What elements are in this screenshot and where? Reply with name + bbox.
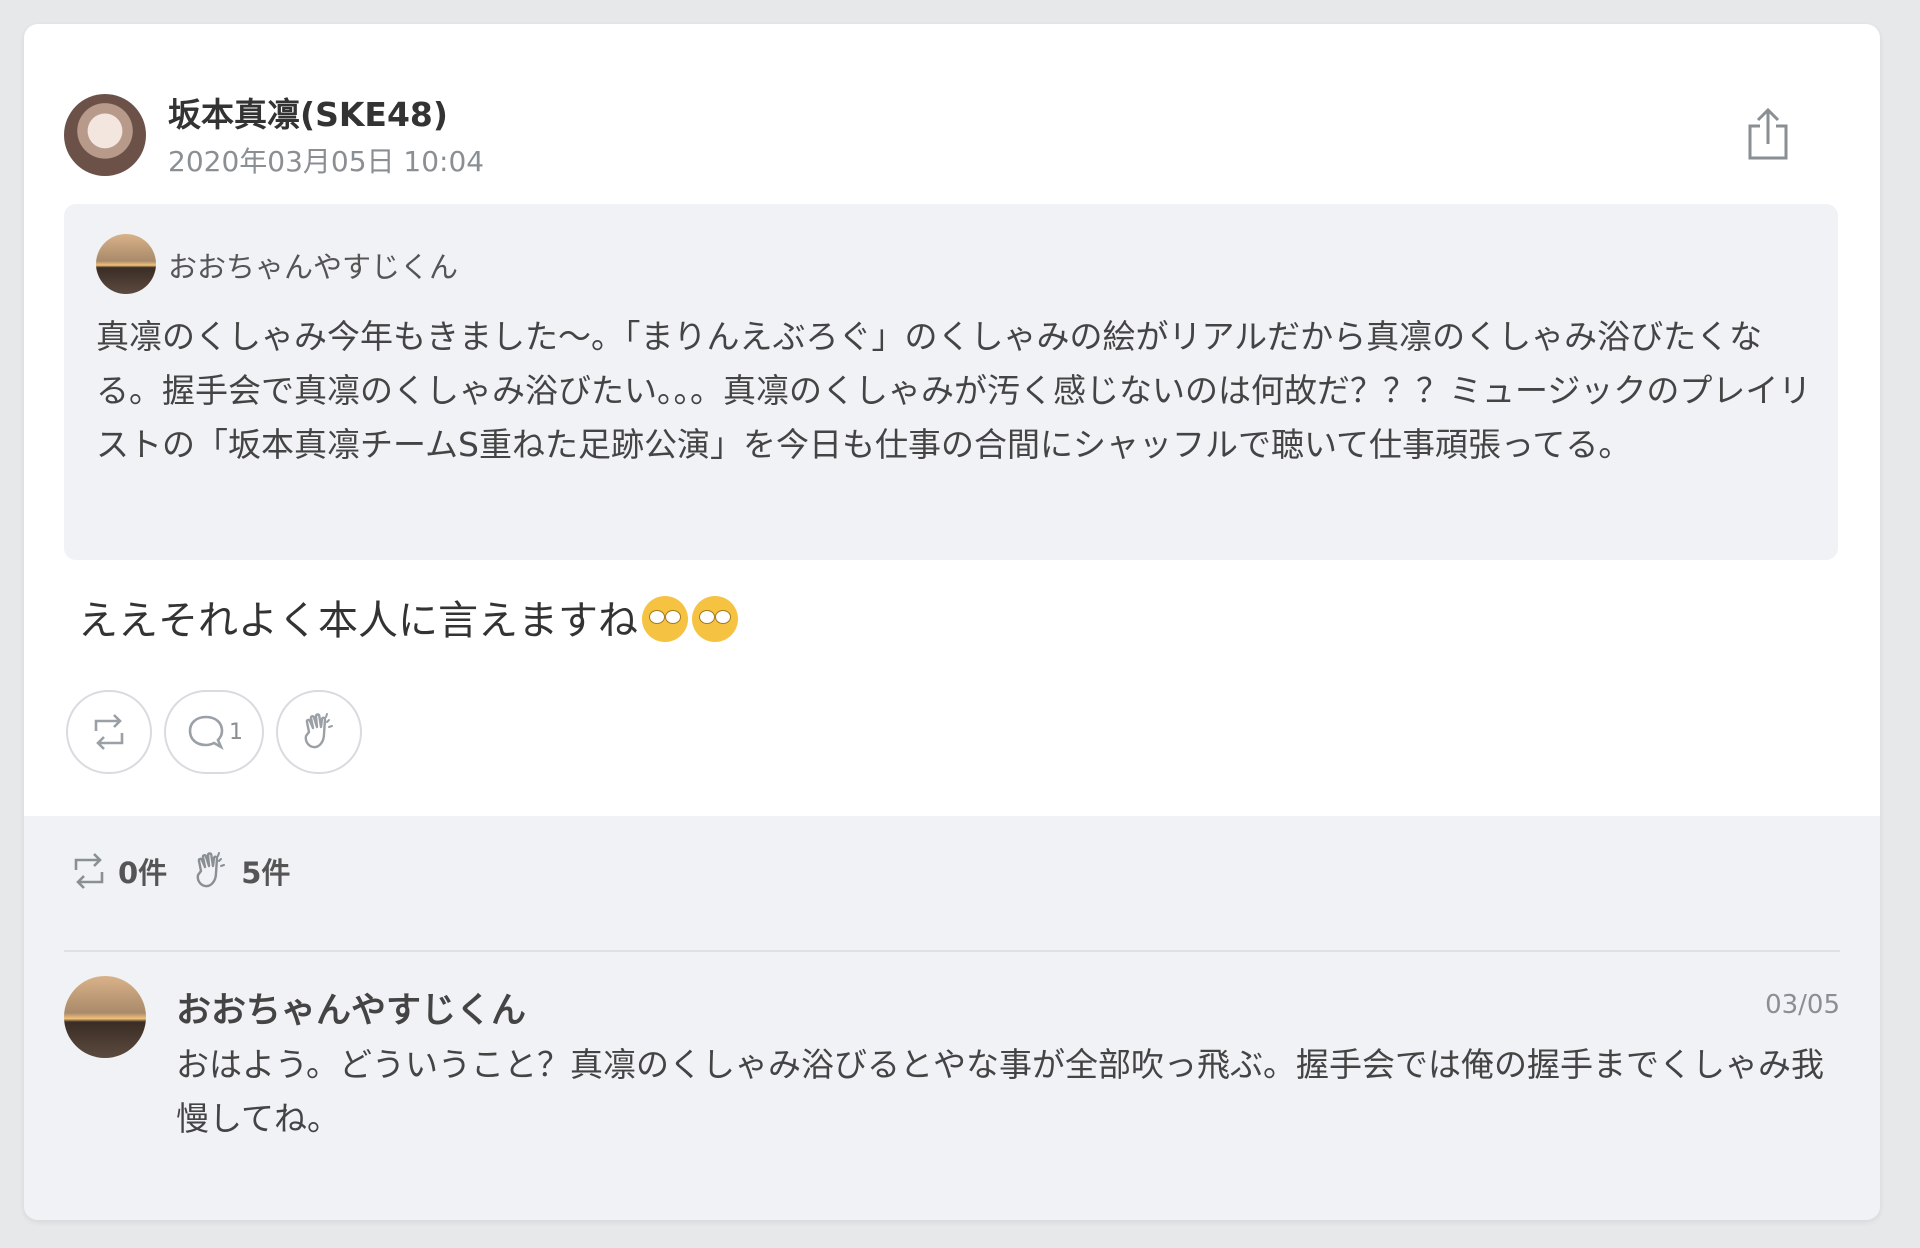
comment-icon: [188, 715, 224, 751]
comment-text: おはよう。どういうこと？真凛のくしゃみ浴びるとやな事が全部吹っ飛ぶ。握手会では俺…: [176, 1045, 1825, 1138]
comment-date: 03/05: [1765, 990, 1840, 1020]
rolling-eyes-emoji-icon: [692, 596, 738, 642]
quote-author-name[interactable]: おおちゃんやすじくん: [168, 244, 458, 286]
clap-icon: [304, 713, 333, 749]
retweet-stat[interactable]: 0件: [68, 850, 167, 892]
retweet-icon: [94, 714, 124, 750]
comment-author-name[interactable]: おおちゃんやすじくん: [176, 982, 526, 1033]
post-body: ええそれよく本人に言えますね: [78, 588, 738, 646]
quote-text: 真凛のくしゃみ今年もきました〜。「まりんえぶろぐ」のくしゃみの絵がリアルだから真…: [96, 317, 1812, 464]
post-card: 坂本真凛(SKE48) 2020年03月05日 10:04 おおちゃんやすじくん…: [24, 24, 1880, 1220]
post-footer: 0件 5件 おおちゃんやすじくん 03/05 おはよう。どういうこと？真凛のくし…: [24, 816, 1880, 1220]
share-icon: [1748, 107, 1788, 160]
quoted-post[interactable]: おおちゃんやすじくん 真凛のくしゃみ今年もきました〜。「まりんえぶろぐ」のくしゃ…: [64, 204, 1838, 560]
rolling-eyes-emoji-icon: [642, 596, 688, 642]
post-body-text: ええそれよく本人に言えますね: [78, 598, 638, 644]
share-button[interactable]: [1738, 104, 1798, 164]
clap-count: 5件: [241, 856, 291, 890]
clap-icon: [196, 852, 226, 888]
author-avatar[interactable]: [64, 94, 146, 176]
comment-count: 1: [229, 719, 243, 745]
comment-author-avatar[interactable]: [64, 976, 146, 1058]
quote-author-avatar[interactable]: [96, 234, 156, 294]
post-header: 坂本真凛(SKE48) 2020年03月05日 10:04: [64, 70, 1840, 180]
post-timestamp: 2020年03月05日 10:04: [168, 145, 485, 178]
clap-stat[interactable]: 5件: [189, 849, 290, 893]
clap-button[interactable]: [276, 690, 362, 774]
author-name[interactable]: 坂本真凛(SKE48): [168, 88, 448, 136]
reaction-stats: 0件 5件: [68, 846, 312, 896]
retweet-button[interactable]: [66, 690, 152, 774]
comment-button[interactable]: 1: [164, 690, 264, 774]
divider: [64, 950, 1840, 952]
retweet-icon: [74, 853, 104, 889]
retweet-count: 0件: [118, 856, 168, 890]
